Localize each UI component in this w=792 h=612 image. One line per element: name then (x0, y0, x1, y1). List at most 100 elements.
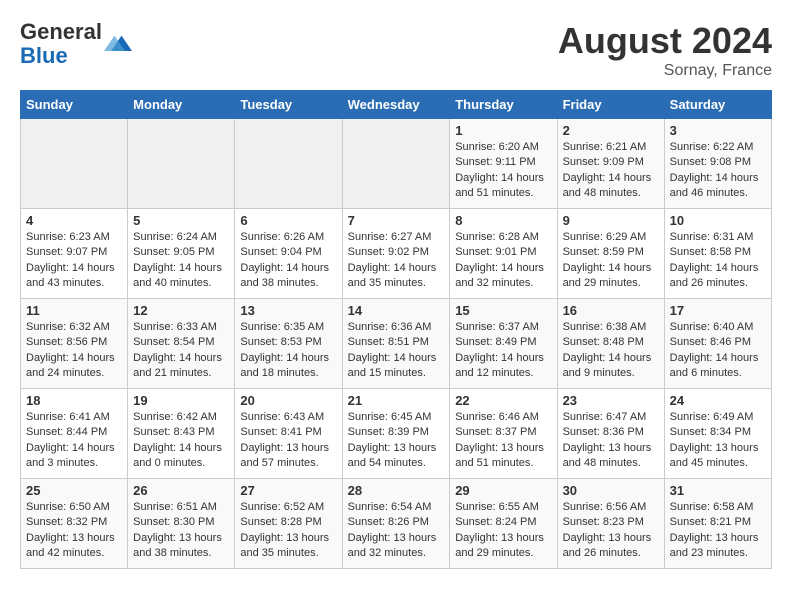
logo: General Blue (20, 20, 132, 68)
day-info: Sunrise: 6:58 AM Sunset: 8:21 PM Dayligh… (670, 500, 766, 562)
day-number: 21 (348, 393, 445, 408)
logo-general: General Blue (20, 20, 102, 68)
header-row: SundayMondayTuesdayWednesdayThursdayFrid… (21, 91, 772, 119)
week-row-5: 25 Sunrise: 6:50 AM Sunset: 8:32 PM Dayli… (21, 479, 772, 569)
day-info: Sunrise: 6:43 AM Sunset: 8:41 PM Dayligh… (240, 410, 336, 472)
day-number: 17 (670, 303, 766, 318)
calendar-cell: 22 Sunrise: 6:46 AM Sunset: 8:37 PM Dayli… (450, 389, 557, 479)
day-number: 22 (455, 393, 551, 408)
header-day-monday: Monday (128, 91, 235, 119)
calendar-cell (235, 119, 342, 209)
day-number: 6 (240, 213, 336, 228)
day-info: Sunrise: 6:36 AM Sunset: 8:51 PM Dayligh… (348, 320, 445, 382)
day-info: Sunrise: 6:32 AM Sunset: 8:56 PM Dayligh… (26, 320, 122, 382)
day-info: Sunrise: 6:26 AM Sunset: 9:04 PM Dayligh… (240, 230, 336, 292)
day-info: Sunrise: 6:49 AM Sunset: 8:34 PM Dayligh… (670, 410, 766, 472)
day-number: 3 (670, 123, 766, 138)
day-number: 24 (670, 393, 766, 408)
day-info: Sunrise: 6:23 AM Sunset: 9:07 PM Dayligh… (26, 230, 122, 292)
calendar-cell: 15Sunrise: 6:37 AM Sunset: 8:49 PM Dayli… (450, 299, 557, 389)
calendar-cell: 12 Sunrise: 6:33 AM Sunset: 8:54 PM Dayli… (128, 299, 235, 389)
calendar-header: SundayMondayTuesdayWednesdayThursdayFrid… (21, 91, 772, 119)
calendar-cell: 10 Sunrise: 6:31 AM Sunset: 8:58 PM Dayli… (664, 209, 771, 299)
day-number: 20 (240, 393, 336, 408)
calendar-cell: 19 Sunrise: 6:42 AM Sunset: 8:43 PM Dayli… (128, 389, 235, 479)
day-info: Sunrise: 6:27 AM Sunset: 9:02 PM Dayligh… (348, 230, 445, 292)
calendar-cell: 26 Sunrise: 6:51 AM Sunset: 8:30 PM Dayli… (128, 479, 235, 569)
day-number: 18 (26, 393, 122, 408)
day-number: 4 (26, 213, 122, 228)
calendar-cell (21, 119, 128, 209)
day-number: 10 (670, 213, 766, 228)
header-day-friday: Friday (557, 91, 664, 119)
day-info: Sunrise: 6:50 AM Sunset: 8:32 PM Dayligh… (26, 500, 122, 562)
title-block: August 2024 Sornay, France (558, 20, 772, 80)
day-info: Sunrise: 6:51 AM Sunset: 8:30 PM Dayligh… (133, 500, 229, 562)
day-number: 7 (348, 213, 445, 228)
day-number: 12 (133, 303, 229, 318)
calendar-cell: 18 Sunrise: 6:41 AM Sunset: 8:44 PM Dayli… (21, 389, 128, 479)
location: Sornay, France (558, 62, 772, 80)
day-info: Sunrise: 6:37 AM Sunset: 8:49 PM Dayligh… (455, 320, 551, 382)
calendar-cell: 4 Sunrise: 6:23 AM Sunset: 9:07 PM Daylig… (21, 209, 128, 299)
day-info: Sunrise: 6:40 AM Sunset: 8:46 PM Dayligh… (670, 320, 766, 382)
calendar-cell: 17 Sunrise: 6:40 AM Sunset: 8:46 PM Dayli… (664, 299, 771, 389)
day-info: Sunrise: 6:33 AM Sunset: 8:54 PM Dayligh… (133, 320, 229, 382)
day-info: Sunrise: 6:38 AM Sunset: 8:48 PM Dayligh… (563, 320, 659, 382)
calendar-cell: 14 Sunrise: 6:36 AM Sunset: 8:51 PM Dayli… (342, 299, 450, 389)
calendar-cell: 28Sunrise: 6:54 AM Sunset: 8:26 PM Dayli… (342, 479, 450, 569)
calendar-cell: 21 Sunrise: 6:45 AM Sunset: 8:39 PM Dayli… (342, 389, 450, 479)
calendar-body: 1 Sunrise: 6:20 AM Sunset: 9:11 PM Daylig… (21, 119, 772, 569)
day-number: 19 (133, 393, 229, 408)
calendar-cell: 27Sunrise: 6:52 AM Sunset: 8:28 PM Dayli… (235, 479, 342, 569)
day-info: Sunrise: 6:54 AM Sunset: 8:26 PM Dayligh… (348, 500, 445, 562)
calendar-cell (128, 119, 235, 209)
month-year: August 2024 (558, 20, 772, 62)
calendar-cell: 30Sunrise: 6:56 AM Sunset: 8:23 PM Dayli… (557, 479, 664, 569)
day-info: Sunrise: 6:31 AM Sunset: 8:58 PM Dayligh… (670, 230, 766, 292)
day-number: 11 (26, 303, 122, 318)
header-day-thursday: Thursday (450, 91, 557, 119)
page-header: General Blue August 2024 Sornay, France (20, 20, 772, 80)
day-info: Sunrise: 6:56 AM Sunset: 8:23 PM Dayligh… (563, 500, 659, 562)
calendar-table: SundayMondayTuesdayWednesdayThursdayFrid… (20, 90, 772, 569)
calendar-cell: 13 Sunrise: 6:35 AM Sunset: 8:53 PM Dayli… (235, 299, 342, 389)
day-info: Sunrise: 6:47 AM Sunset: 8:36 PM Dayligh… (563, 410, 659, 472)
calendar-cell (342, 119, 450, 209)
week-row-1: 1 Sunrise: 6:20 AM Sunset: 9:11 PM Daylig… (21, 119, 772, 209)
day-info: Sunrise: 6:46 AM Sunset: 8:37 PM Dayligh… (455, 410, 551, 472)
calendar-cell: 5Sunrise: 6:24 AM Sunset: 9:05 PM Daylig… (128, 209, 235, 299)
day-number: 25 (26, 483, 122, 498)
day-number: 2 (563, 123, 659, 138)
day-number: 23 (563, 393, 659, 408)
calendar-cell: 23 Sunrise: 6:47 AM Sunset: 8:36 PM Dayli… (557, 389, 664, 479)
day-number: 29 (455, 483, 551, 498)
day-info: Sunrise: 6:55 AM Sunset: 8:24 PM Dayligh… (455, 500, 551, 562)
day-info: Sunrise: 6:41 AM Sunset: 8:44 PM Dayligh… (26, 410, 122, 472)
calendar-cell: 24 Sunrise: 6:49 AM Sunset: 8:34 PM Dayli… (664, 389, 771, 479)
day-info: Sunrise: 6:42 AM Sunset: 8:43 PM Dayligh… (133, 410, 229, 472)
calendar-cell: 2 Sunrise: 6:21 AM Sunset: 9:09 PM Daylig… (557, 119, 664, 209)
day-number: 14 (348, 303, 445, 318)
day-info: Sunrise: 6:35 AM Sunset: 8:53 PM Dayligh… (240, 320, 336, 382)
day-number: 8 (455, 213, 551, 228)
day-number: 16 (563, 303, 659, 318)
day-info: Sunrise: 6:45 AM Sunset: 8:39 PM Dayligh… (348, 410, 445, 472)
day-info: Sunrise: 6:20 AM Sunset: 9:11 PM Dayligh… (455, 140, 551, 202)
day-number: 9 (563, 213, 659, 228)
calendar-cell: 31 Sunrise: 6:58 AM Sunset: 8:21 PM Dayli… (664, 479, 771, 569)
day-info: Sunrise: 6:22 AM Sunset: 9:08 PM Dayligh… (670, 140, 766, 202)
day-number: 27 (240, 483, 336, 498)
day-info: Sunrise: 6:21 AM Sunset: 9:09 PM Dayligh… (563, 140, 659, 202)
calendar-cell: 16 Sunrise: 6:38 AM Sunset: 8:48 PM Dayli… (557, 299, 664, 389)
calendar-cell: 3 Sunrise: 6:22 AM Sunset: 9:08 PM Daylig… (664, 119, 771, 209)
header-day-tuesday: Tuesday (235, 91, 342, 119)
calendar-cell: 9 Sunrise: 6:29 AM Sunset: 8:59 PM Daylig… (557, 209, 664, 299)
day-number: 1 (455, 123, 551, 138)
day-number: 13 (240, 303, 336, 318)
day-number: 26 (133, 483, 229, 498)
header-day-saturday: Saturday (664, 91, 771, 119)
day-number: 31 (670, 483, 766, 498)
logo-icon (104, 30, 132, 58)
day-info: Sunrise: 6:29 AM Sunset: 8:59 PM Dayligh… (563, 230, 659, 292)
